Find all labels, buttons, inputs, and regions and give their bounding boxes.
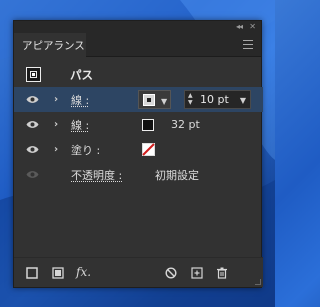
- panel-footer: fx.: [14, 257, 263, 287]
- fill-row[interactable]: › 塗り :: [14, 137, 263, 162]
- eye-icon[interactable]: [26, 145, 39, 154]
- appearance-list: パス › 線 : ▼ ▲ ▼ 10 pt ▼ › 線 : 32 pt › 塗り …: [14, 58, 263, 258]
- delete-item-icon[interactable]: [216, 267, 228, 279]
- collapse-icon[interactable]: ◂◂: [236, 22, 243, 32]
- stroke-swatch-icon: [143, 94, 155, 106]
- tab-appearance[interactable]: アピアランス: [14, 33, 86, 58]
- none-fill-swatch-icon[interactable]: [142, 143, 155, 156]
- stroke-weight-text: 32 pt: [171, 118, 200, 131]
- fill-label[interactable]: 塗り :: [71, 142, 100, 158]
- add-new-fill-icon[interactable]: [52, 267, 64, 279]
- expand-chevron-icon[interactable]: ›: [54, 144, 58, 155]
- expand-chevron-icon[interactable]: ›: [54, 119, 58, 130]
- stroke-color-dropdown[interactable]: ▼: [138, 90, 171, 109]
- clear-appearance-icon[interactable]: [165, 267, 177, 279]
- stroke-weight-field[interactable]: ▲ ▼ 10 pt ▼: [184, 90, 251, 109]
- path-thumbnail-icon: [26, 67, 41, 82]
- panel-titlebar[interactable]: ◂◂ ✕: [14, 21, 261, 33]
- resize-grip-icon[interactable]: [255, 279, 261, 285]
- chevron-down-icon: ▼: [161, 97, 168, 106]
- panel-menu-icon[interactable]: [243, 40, 253, 50]
- close-icon[interactable]: ✕: [249, 22, 256, 32]
- eye-icon[interactable]: [26, 170, 39, 179]
- chevron-down-icon[interactable]: ▼: [240, 96, 246, 105]
- stroke-label[interactable]: 線 :: [71, 92, 89, 108]
- opacity-value: 初期設定: [155, 168, 199, 182]
- path-label: パス: [70, 67, 93, 82]
- black-stroke-swatch-icon[interactable]: [142, 119, 154, 131]
- add-new-stroke-icon[interactable]: [26, 267, 38, 279]
- opacity-label[interactable]: 不透明度 :: [71, 167, 122, 183]
- path-row[interactable]: パス: [14, 62, 263, 87]
- opacity-row[interactable]: 不透明度 : 初期設定: [14, 162, 263, 187]
- stroke-row-2[interactable]: › 線 : 32 pt: [14, 112, 263, 137]
- fx-icon[interactable]: fx.: [76, 265, 98, 279]
- expand-chevron-icon[interactable]: ›: [54, 94, 58, 105]
- appearance-panel: ◂◂ ✕ アピアランス パス › 線 : ▼ ▲ ▼ 10 pt ▼ › 線:…: [13, 20, 263, 288]
- panel-tabbar: アピアランス: [14, 33, 261, 58]
- eye-icon[interactable]: [26, 120, 39, 129]
- stroke-label[interactable]: 線 :: [71, 117, 89, 133]
- eye-icon[interactable]: [26, 95, 39, 104]
- spinner-icon[interactable]: ▲ ▼: [188, 92, 193, 106]
- stroke-row-1[interactable]: › 線 : ▼ ▲ ▼ 10 pt ▼: [14, 87, 263, 112]
- duplicate-item-icon[interactable]: [191, 267, 203, 279]
- stroke-weight-value[interactable]: 10 pt: [200, 93, 229, 106]
